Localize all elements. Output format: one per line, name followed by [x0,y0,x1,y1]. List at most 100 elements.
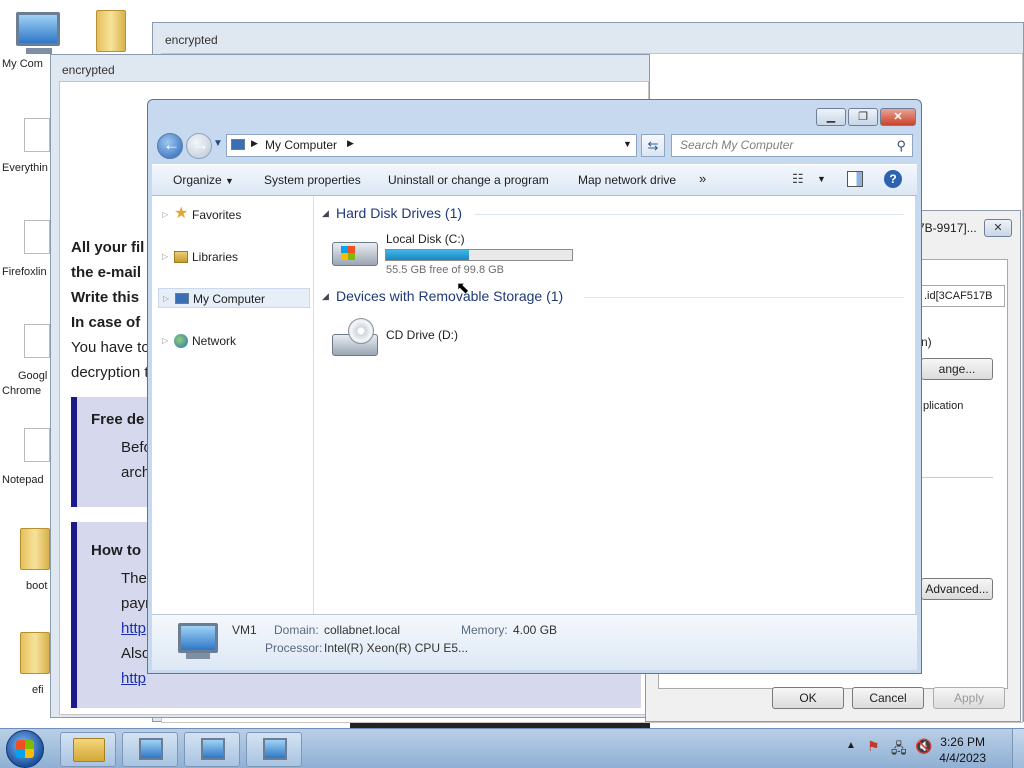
change-view-icon[interactable]: ☷ [792,171,804,187]
drive-local-disk-c[interactable]: Local Disk (C:) 55.5 GB free of 99.8 GB [328,228,588,280]
document-icon [24,220,50,254]
box-line: The [121,570,147,587]
show-hidden-icons-button[interactable]: ▲ [846,740,856,751]
address-dropdown-icon[interactable]: ▼ [623,139,632,149]
details-pane: VM1 Domain: collabnet.local Memory: 4.00… [152,614,917,670]
text-fragment: plication [923,400,964,412]
forward-button[interactable]: → [186,133,212,159]
change-button[interactable]: ange... [921,358,993,380]
folder-icon [20,632,50,674]
memory-value: 4.00 GB [513,623,558,637]
system-properties-icon [263,738,287,760]
refresh-icon: ⇆ [647,138,659,153]
recent-pages-dropdown[interactable]: ▼ [213,138,223,149]
nav-item-libraries[interactable]: ▷ Libraries [158,247,310,267]
organize-button[interactable]: Organize ▼ [173,173,234,187]
drive-free-space: 55.5 GB free of 99.8 GB [386,264,505,276]
close-icon: ✕ [993,222,1003,234]
maximize-icon: ❐ [858,111,868,123]
close-button[interactable]: ✕ [880,108,916,126]
view-dropdown-icon[interactable]: ▼ [817,174,826,184]
domain-value: collabnet.local [324,623,401,637]
maximize-button[interactable]: ❐ [848,108,878,126]
minimize-button[interactable]: ▁ [816,108,846,126]
drive-cd-d[interactable]: CD Drive (D:) [328,314,488,366]
advanced-button[interactable]: Advanced... [921,578,993,600]
folder-icon [73,738,105,762]
clock[interactable]: 3:26 PM 4/4/2023 [939,734,986,766]
text-fragment: n) [921,335,932,349]
windows-logo-icon [16,740,34,758]
domain-label: Domain: [274,623,319,637]
minimize-icon: ▁ [826,111,836,123]
computer-icon [16,12,60,46]
note-line: decryption t [71,364,149,381]
note-link[interactable]: http [121,616,146,641]
system-properties-button[interactable]: System properties [264,173,361,187]
network-icon[interactable]: 🖧 [891,738,907,762]
taskbar-app-button[interactable] [122,732,178,767]
drive-name: CD Drive (D:) [386,328,458,342]
memory-label: Memory: [461,623,508,637]
help-icon[interactable]: ? [884,170,902,188]
search-icon[interactable]: ⚲ [896,135,906,156]
breadcrumb-my-computer[interactable]: My Computer [265,138,337,152]
address-bar[interactable]: ▶ My Computer ▶ ▼ [226,134,637,157]
disc-icon [348,318,374,344]
close-button[interactable]: ✕ [984,219,1012,237]
refresh-button[interactable]: ⇆ [641,134,665,157]
expand-arrow-icon[interactable]: ▷ [162,205,168,225]
group-header-removable-storage[interactable]: Devices with Removable Storage (1) [336,288,563,304]
taskbar-app-button[interactable] [184,732,240,767]
note-link[interactable]: http [121,666,146,691]
expand-arrow-icon[interactable]: ▷ [162,247,168,267]
collapse-group-icon[interactable]: ◢ [322,291,329,302]
note-line: You have to [71,339,150,356]
group-header-hard-disk-drives[interactable]: Hard Disk Drives (1) [336,205,462,221]
box-title: How to [91,542,141,559]
system-properties-icon [201,738,225,760]
forward-arrow-icon: → [192,135,209,154]
start-button[interactable] [6,730,44,768]
navigation-pane: ▷ ★ Favorites ▷ Libraries ▷ My Computer … [152,196,314,614]
cancel-button[interactable]: Cancel [852,687,924,709]
back-arrow-icon: ← [163,135,180,154]
volume-muted-icon[interactable]: 🔇 [915,738,932,755]
uninstall-program-button[interactable]: Uninstall or change a program [388,173,549,187]
mouse-cursor-icon: ⬉ [456,280,470,297]
processor-label: Processor: [265,641,323,655]
search-placeholder: Search My Computer [680,138,794,152]
note-line: In case of [71,314,141,331]
back-button[interactable]: ← [157,133,183,159]
expand-arrow-icon[interactable]: ▷ [162,331,168,351]
close-icon: ✕ [893,111,903,123]
computer-icon [231,139,245,150]
breadcrumb-chevron-icon[interactable]: ▶ [347,138,354,149]
action-center-icon[interactable]: ⚑ [867,738,880,755]
system-properties-icon [139,738,163,760]
note-line: the e-mail [71,264,142,281]
computer-id-field[interactable]: .id[3CAF517B [921,285,1005,307]
network-icon [174,334,188,348]
show-desktop-button[interactable] [1012,729,1024,768]
collapse-group-icon[interactable]: ◢ [322,208,329,219]
search-input[interactable]: Search My Computer ⚲ [671,134,913,157]
folder-icon [20,528,50,570]
taskbar-explorer-button[interactable] [60,732,116,767]
apply-button[interactable]: Apply [933,687,1005,709]
breadcrumb-chevron-icon[interactable]: ▶ [251,138,258,149]
star-icon: ★ [174,205,189,222]
hard-drive-icon [332,242,378,266]
nav-item-network[interactable]: ▷ Network [158,331,310,351]
more-commands-button[interactable]: » [699,171,706,186]
nav-item-favorites[interactable]: ▷ ★ Favorites [158,205,310,225]
map-network-drive-button[interactable]: Map network drive [578,173,676,187]
ok-button[interactable]: OK [772,687,844,709]
box-line: arch [121,464,151,481]
nav-item-my-computer[interactable]: ▷ My Computer [158,288,310,308]
disk-usage-bar [385,249,573,261]
expand-arrow-icon[interactable]: ▷ [163,289,169,309]
taskbar-app-button[interactable] [246,732,302,767]
explorer-window[interactable]: ▁ ❐ ✕ ← → ▼ ▶ My Computer ▶ ▼ ⇆ Search M… [147,99,922,674]
preview-pane-icon[interactable] [847,171,863,187]
